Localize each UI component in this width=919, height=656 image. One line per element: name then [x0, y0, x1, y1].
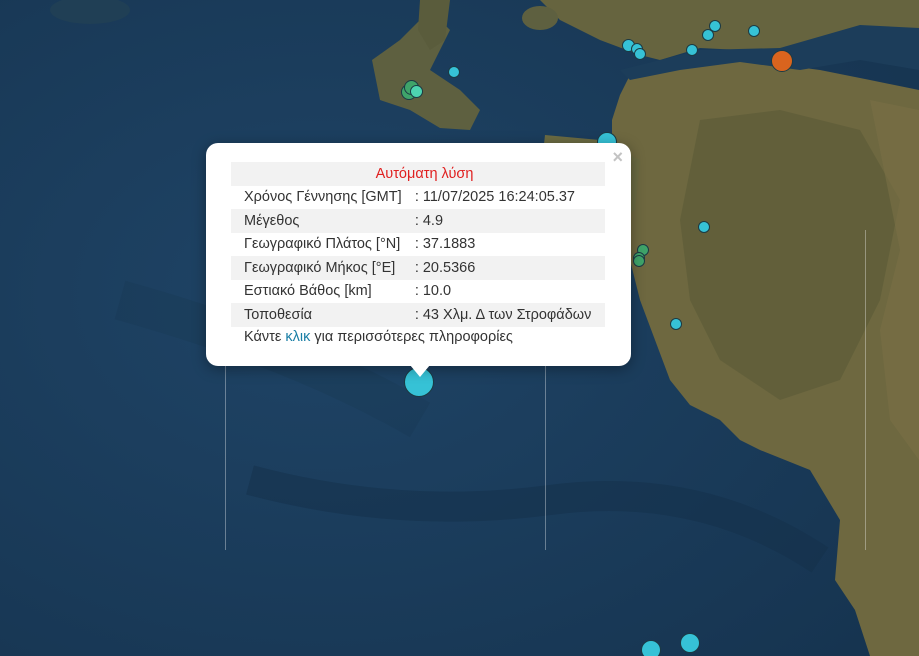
info-value: : 10.0: [414, 283, 452, 300]
info-row-depth: Εστιακό Βάθος [km] : 10.0: [231, 280, 605, 304]
earthquake-marker[interactable]: [702, 29, 714, 41]
info-row-origin-time: Χρόνος Γέννησης [GMT] : 11/07/2025 16:24…: [231, 186, 605, 210]
popup-pointer: [410, 365, 430, 377]
info-label: Γεωγραφικό Πλάτος [°N]: [244, 236, 401, 253]
earthquake-marker[interactable]: [410, 85, 423, 98]
earthquake-marker[interactable]: [448, 66, 460, 78]
info-label: Τοποθεσία: [231, 303, 415, 327]
earthquake-marker[interactable]: [748, 25, 760, 37]
earthquake-info-popup: × Αυτόματη λύση Χρόνος Γέννησης [GMT] : …: [206, 143, 631, 366]
popup-title: Αυτόματη λύση: [231, 162, 605, 186]
more-info-prefix: Κάντε: [244, 329, 282, 345]
info-row-longitude: Γεωγραφικό Μήκος [°E] : 20.5366: [231, 256, 605, 280]
info-label: Μέγεθος: [231, 209, 415, 233]
earthquake-marker-large[interactable]: [771, 50, 793, 72]
more-info-link[interactable]: κλικ: [285, 329, 310, 345]
more-info-text: Κάντε κλικ για περισσότερες πληροφορίες: [244, 329, 513, 345]
info-value: : 20.5366: [414, 256, 605, 280]
more-info-suffix: για περισσότερες πληροφορίες: [314, 329, 513, 345]
info-label: Εστιακό Βάθος [km]: [244, 283, 372, 300]
info-row-latitude: Γεωγραφικό Πλάτος [°N] : 37.1883: [231, 233, 605, 257]
info-value: : 11/07/2025 16:24:05.37: [414, 189, 575, 206]
earthquake-marker[interactable]: [634, 48, 646, 60]
earthquake-marker[interactable]: [641, 640, 661, 656]
earthquake-info-table: Αυτόματη λύση Χρόνος Γέννησης [GMT] : 11…: [231, 162, 605, 327]
earthquake-marker[interactable]: [680, 633, 700, 653]
info-value: : 37.1883: [414, 236, 476, 253]
info-label: Χρόνος Γέννησης [GMT]: [244, 189, 402, 206]
popup-title-row: Αυτόματη λύση: [231, 162, 605, 186]
close-icon[interactable]: ×: [612, 147, 623, 167]
info-value: : 4.9: [414, 209, 605, 233]
graticule-line: [865, 230, 866, 550]
info-label: Γεωγραφικό Μήκος [°E]: [231, 256, 415, 280]
info-row-magnitude: Μέγεθος : 4.9: [231, 209, 605, 233]
info-row-location: Τοποθεσία : 43 Χλμ. Δ των Στροφάδων: [231, 303, 605, 327]
earthquake-marker[interactable]: [633, 255, 645, 267]
earthquake-marker[interactable]: [686, 44, 698, 56]
info-value: : 43 Χλμ. Δ των Στροφάδων: [414, 303, 605, 327]
earthquake-marker[interactable]: [698, 221, 710, 233]
earthquake-marker[interactable]: [670, 318, 682, 330]
